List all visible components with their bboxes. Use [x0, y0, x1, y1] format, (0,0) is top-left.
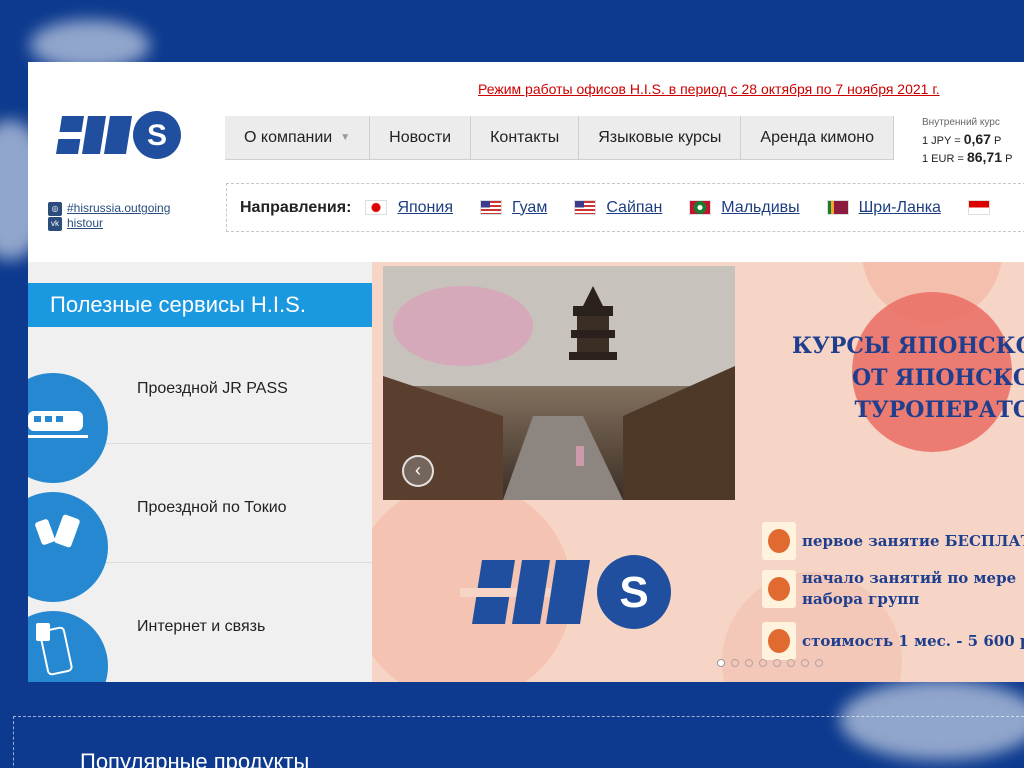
slider-prev-button[interactable]: ‹	[402, 455, 434, 487]
slider-dot[interactable]	[745, 659, 753, 667]
srilanka-flag-icon	[826, 200, 849, 215]
chevron-down-icon: ▼	[340, 132, 351, 143]
page-container: Режим работы офисов H.I.S. в период с 28…	[28, 62, 1024, 682]
main-navigation: О компании ▼ Новости Контакты Языковые ку…	[225, 116, 894, 160]
service-internet[interactable]: Интернет и связь	[28, 563, 372, 682]
destination-label: Япония	[397, 198, 453, 216]
nav-about-label: О компании	[244, 129, 333, 147]
banner-bullet: стоимость 1 мес. - 5 600 руб.	[762, 622, 1024, 660]
nav-language-courses[interactable]: Языковые курсы	[579, 116, 742, 160]
popular-products-title: Популярные продукты	[80, 749, 310, 768]
slider-dot[interactable]	[731, 659, 739, 667]
destination-srilanka[interactable]: Шри-Ланка	[826, 198, 941, 217]
flag-icon	[967, 200, 990, 215]
banner-bullet: первое занятие БЕСПЛАТНО	[762, 522, 1024, 560]
banner-headline-line: КУРСЫ ЯПОНСКОГ	[792, 333, 1024, 359]
destination-saipan[interactable]: Сайпан	[574, 199, 662, 217]
bullet-text: начало занятий по мере набора групп	[802, 568, 1016, 610]
slider-dot[interactable]	[759, 659, 767, 667]
nav-news[interactable]: Новости	[370, 116, 472, 160]
rate-row-jpy: 1 JPY = 0,67 Р	[922, 131, 1012, 149]
slider-dots	[717, 659, 823, 667]
destination-maldives[interactable]: Мальдивы	[689, 198, 800, 217]
service-label: Проездной по Токио	[137, 499, 287, 516]
his-logo[interactable]: S	[48, 110, 183, 160]
rate-row-eur: 1 EUR = 86,71 Р	[922, 149, 1012, 167]
service-label: Проездной JR PASS	[137, 380, 288, 397]
destination-guam[interactable]: Гуам	[480, 199, 547, 217]
destination-label: Шри-Ланка	[858, 198, 941, 216]
lucky-cat-icon	[762, 622, 796, 660]
slider-dot[interactable]	[787, 659, 795, 667]
promo-banner-slider[interactable]: S КУРСЫ ЯПОНСКОГ ОТ ЯПОНСКО ТУРОПЕРАТО п…	[372, 262, 1024, 682]
slider-dot[interactable]	[815, 659, 823, 667]
destination-label: Гуам	[512, 198, 548, 216]
destination-label: Мальдивы	[721, 198, 800, 216]
exchange-rates: Внутренний курс 1 JPY = 0,67 Р 1 EUR = 8…	[922, 115, 1012, 167]
svg-text:S: S	[147, 119, 167, 152]
rate-value: 0,67	[963, 131, 991, 147]
rate-code: 1 EUR =	[922, 153, 964, 165]
service-label: Интернет и связь	[137, 618, 266, 635]
slider-dot[interactable]	[801, 659, 809, 667]
destinations-title: Направления:	[240, 198, 352, 216]
banner-headline-line: ТУРОПЕРАТО	[854, 397, 1024, 423]
japan-flag-icon	[365, 200, 388, 215]
useful-services-panel: Проездной JR PASS Проездной по Токио Инт…	[28, 262, 382, 682]
social-instagram: ◎ #hisrussia.outgoing	[48, 201, 170, 216]
destinations-bar: Направления: Япония Гуам Сайпан Мальдивы…	[226, 183, 1024, 232]
nav-contacts[interactable]: Контакты	[471, 116, 580, 160]
rate-code: 1 JPY =	[922, 135, 961, 147]
service-tokyo-pass[interactable]: Проездной по Токио	[28, 444, 372, 602]
usa-flag-icon	[480, 200, 502, 215]
vk-link[interactable]: histour	[67, 216, 103, 231]
vk-icon: vk	[48, 216, 62, 231]
destination-japan[interactable]: Япония	[365, 199, 453, 217]
instagram-link[interactable]: #hisrussia.outgoing	[67, 201, 170, 216]
banner-bullet: начало занятий по мере набора групп	[762, 568, 1016, 610]
svg-text:S: S	[619, 568, 648, 617]
destination-label: Сайпан	[606, 198, 663, 216]
office-hours-notice-link[interactable]: Режим работы офисов H.I.S. в период с 28…	[478, 81, 940, 97]
bullet-text-line: начало занятий по мере	[802, 569, 1017, 587]
phone-sim-icon	[28, 611, 108, 682]
rate-unit: Р	[994, 135, 1002, 147]
lucky-cat-icon	[762, 570, 796, 608]
maldives-flag-icon	[689, 200, 712, 215]
banner-headline: КУРСЫ ЯПОНСКОГ ОТ ЯПОНСКО ТУРОПЕРАТО	[792, 330, 1024, 426]
lucky-cat-icon	[762, 522, 796, 560]
destination-more[interactable]	[967, 200, 1000, 215]
instagram-icon: ◎	[48, 201, 62, 216]
service-jr-pass[interactable]: Проездной JR PASS	[28, 325, 372, 483]
social-vk: vk histour	[48, 216, 170, 231]
social-links: ◎ #hisrussia.outgoing vk histour	[48, 201, 170, 231]
kyoto-street-photo	[383, 266, 735, 500]
rate-unit: Р	[1005, 153, 1013, 165]
his-banner-logo: S	[460, 555, 671, 629]
bullet-text: стоимость 1 мес. - 5 600 руб.	[802, 631, 1024, 650]
bullet-text-line: набора групп	[802, 590, 920, 608]
rate-value: 86,71	[966, 149, 1002, 165]
banner-headline-line: ОТ ЯПОНСКО	[851, 365, 1024, 391]
services-title: Полезные сервисы H.I.S.	[28, 283, 382, 335]
slider-dot[interactable]	[717, 659, 725, 667]
slider-dot[interactable]	[773, 659, 781, 667]
rates-title: Внутренний курс	[922, 117, 1000, 128]
nav-kimono-rental[interactable]: Аренда кимоно	[741, 116, 894, 160]
bullet-text: первое занятие БЕСПЛАТНО	[802, 531, 1024, 550]
nav-about[interactable]: О компании ▼	[225, 116, 371, 160]
usa-flag-icon	[574, 200, 597, 215]
popular-products-section: Популярные продукты	[13, 716, 1024, 768]
